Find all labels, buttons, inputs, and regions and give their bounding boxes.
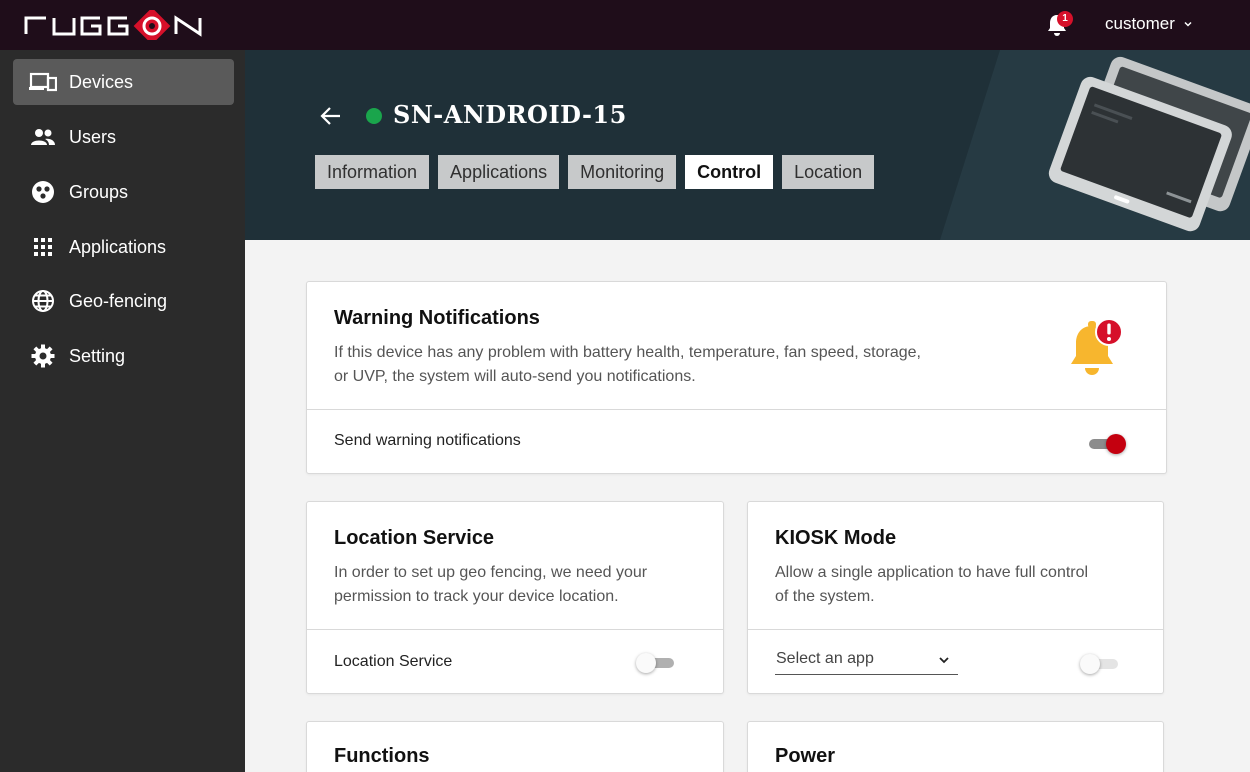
chevron-down-icon xyxy=(1184,21,1192,27)
divider xyxy=(748,629,1163,630)
card-description-line: If this device has any problem with batt… xyxy=(334,344,921,361)
sidebar-item-label: Setting xyxy=(69,345,126,366)
sidebar-item-label: Applications xyxy=(69,236,167,257)
ruggon-logo[interactable] xyxy=(24,10,204,40)
card-description: Allow a single application to have full … xyxy=(775,561,1088,609)
users-icon xyxy=(29,125,57,149)
sidebar-item-label: Users xyxy=(69,126,117,147)
location-service-toggle[interactable] xyxy=(636,652,676,674)
functions-card: Functions xyxy=(306,721,724,772)
user-menu[interactable]: customer xyxy=(1105,14,1193,34)
sidebar: Devices Users Groups Applications Geo-fe… xyxy=(0,50,245,772)
top-bar: 1 customer xyxy=(0,0,1250,50)
kiosk-app-select-value: Select an app xyxy=(776,650,874,667)
card-description-line: In order to set up geo fencing, we need … xyxy=(334,564,648,581)
globe-icon xyxy=(29,289,57,313)
device-name: SN-ANDROID-15 xyxy=(393,100,627,129)
warning-notifications-card: Warning Notifications If this device has… xyxy=(306,281,1167,474)
divider xyxy=(307,409,1166,410)
kiosk-app-select[interactable]: Select an app xyxy=(775,649,958,675)
device-tabs: Information Applications Monitoring Cont… xyxy=(315,155,875,189)
sidebar-item-label: Devices xyxy=(69,71,134,92)
tablet-illustration xyxy=(940,50,1250,240)
device-status-indicator xyxy=(366,108,382,124)
card-description-line: permission to track your device location… xyxy=(334,588,619,605)
location-service-label: Location Service xyxy=(334,653,453,670)
send-warning-notifications-label: Send warning notifications xyxy=(334,432,521,449)
sidebar-item-applications[interactable]: Applications xyxy=(13,224,234,270)
device-header: SN-ANDROID-15 Information Applications M… xyxy=(245,50,1250,240)
card-description: In order to set up geo fencing, we need … xyxy=(334,561,647,609)
back-arrow-icon[interactable] xyxy=(320,106,342,126)
tab-monitoring[interactable]: Monitoring xyxy=(568,155,677,189)
card-description-line: Allow a single application to have full … xyxy=(775,564,1089,581)
sidebar-item-geo-fencing[interactable]: Geo-fencing xyxy=(13,278,234,324)
send-warning-notifications-toggle[interactable] xyxy=(1087,433,1127,455)
card-description-line: or UVP, the system will auto-send you no… xyxy=(334,368,696,385)
user-name: customer xyxy=(1105,14,1175,33)
divider xyxy=(307,629,723,630)
devices-icon xyxy=(29,70,57,94)
tab-control[interactable]: Control xyxy=(685,155,774,189)
location-service-card: Location Service In order to set up geo … xyxy=(306,501,724,694)
card-title: Functions xyxy=(334,745,430,767)
sidebar-item-users[interactable]: Users xyxy=(13,114,234,160)
kiosk-mode-card: KIOSK Mode Allow a single application to… xyxy=(747,501,1164,694)
warning-bell-icon xyxy=(1071,318,1123,375)
chevron-down-icon xyxy=(939,657,949,664)
tab-applications[interactable]: Applications xyxy=(438,155,560,189)
card-title: Warning Notifications xyxy=(334,307,540,329)
sidebar-item-label: Geo-fencing xyxy=(69,290,168,311)
tab-location[interactable]: Location xyxy=(782,155,875,189)
sidebar-item-label: Groups xyxy=(69,181,129,202)
notification-count-badge: 1 xyxy=(1057,11,1073,27)
groups-icon xyxy=(29,180,57,204)
sidebar-item-groups[interactable]: Groups xyxy=(13,169,234,215)
sidebar-item-setting[interactable]: Setting xyxy=(13,333,234,379)
applications-icon xyxy=(29,235,57,259)
card-title: Power xyxy=(775,745,836,767)
card-title: Location Service xyxy=(334,527,495,549)
card-description: If this device has any problem with batt… xyxy=(334,341,921,389)
tab-information[interactable]: Information xyxy=(315,155,430,189)
gear-icon xyxy=(29,344,57,368)
kiosk-mode-toggle[interactable] xyxy=(1080,653,1120,675)
card-description-line: of the system. xyxy=(775,588,875,605)
sidebar-item-devices[interactable]: Devices xyxy=(13,59,234,105)
power-card: Power xyxy=(747,721,1164,772)
card-title: KIOSK Mode xyxy=(775,527,897,549)
